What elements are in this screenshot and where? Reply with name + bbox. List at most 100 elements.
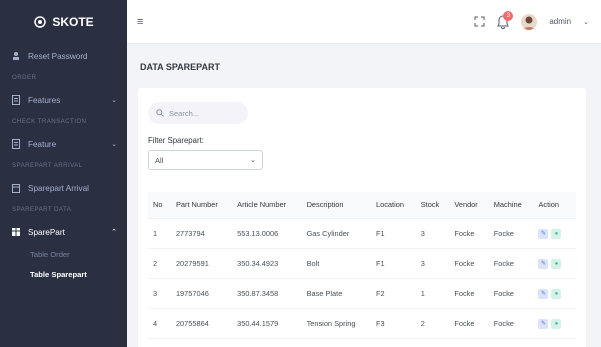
table-row: 4 20755864 350.44.1579 Tension Spring F3 2 Foc… <box>148 308 576 339</box>
edit-button[interactable]: ✎ <box>538 318 549 329</box>
table-cell: 2773794 <box>170 218 233 249</box>
menu-section-title: SPAREPART DATA <box>12 206 72 213</box>
pencil-icon: ✎ <box>540 230 546 237</box>
table-cell: Focke <box>449 278 489 309</box>
eye-icon: ● <box>554 320 559 327</box>
sparepart-table: No Part Number Article Number Description Lo… <box>148 192 576 339</box>
sidebar-item-label: SparePart <box>28 227 65 237</box>
chevron-down-icon: ⌄ <box>111 97 117 104</box>
table-cell: F1 <box>371 248 416 279</box>
table-cell: Focke <box>449 308 489 339</box>
column-header: Article Number <box>232 192 302 219</box>
eye-icon: ● <box>554 230 559 237</box>
sidebar-item[interactable]: SparePart ⌃ <box>0 219 127 245</box>
page-title: DATA SPAREPART <box>140 62 220 72</box>
table-header-row: No Part Number Article Number Description Lo… <box>148 192 576 219</box>
edit-button[interactable]: ✎ <box>538 228 549 239</box>
column-header: Stock <box>415 192 450 219</box>
pencil-icon: ✎ <box>540 290 546 297</box>
action-cell: ✎ ● <box>533 248 576 279</box>
chevron-down-icon[interactable]: ⌄ <box>583 18 589 26</box>
table-cell: 19757046 <box>170 278 233 309</box>
table-cell: 553.13.0006 <box>232 218 302 249</box>
chevron-down-icon: ⌄ <box>111 141 117 148</box>
table-cell: 3 <box>148 278 171 309</box>
logo-icon <box>34 15 47 28</box>
table-cell: 2 <box>415 308 450 339</box>
sidebar-item-label: Sparepart Arrival <box>28 183 89 193</box>
column-header: Description <box>301 192 371 219</box>
sidebar-subitem[interactable]: Table Sparepart <box>0 265 127 285</box>
eye-icon: ● <box>554 290 559 297</box>
view-button[interactable]: ● <box>551 258 562 269</box>
sidebar-item-label: Features <box>28 95 61 105</box>
sidebar-item[interactable]: Reset Password <box>0 43 127 69</box>
sidebar-item-label: Feature <box>28 139 57 149</box>
filter-label: Filter Sparepart: <box>148 136 204 145</box>
search-input[interactable]: Search... <box>148 102 248 124</box>
view-button[interactable]: ● <box>551 228 562 239</box>
table-cell: 3 <box>415 218 450 249</box>
view-button[interactable]: ● <box>551 318 562 329</box>
column-header: Machine <box>488 192 534 219</box>
table-cell: 1 <box>415 278 450 309</box>
table-cell: Focke <box>488 308 534 339</box>
pencil-icon: ✎ <box>540 260 546 267</box>
sidebar-item[interactable]: Sparepart Arrival <box>0 175 127 201</box>
brand[interactable]: SKOTE <box>0 0 127 43</box>
table-cell: 350.87.3458 <box>232 278 302 309</box>
table-cell: 20755864 <box>170 308 233 339</box>
notification-badge: 3 <box>503 10 514 21</box>
fullscreen-icon[interactable] <box>474 16 485 27</box>
action-cell: ✎ ● <box>533 218 576 249</box>
edit-button[interactable]: ✎ <box>538 258 549 269</box>
table-cell: Focke <box>488 248 534 279</box>
eye-icon: ● <box>554 260 559 267</box>
table-cell: Focke <box>488 278 534 309</box>
brand-name: SKOTE <box>52 14 94 29</box>
document-icon <box>12 139 20 149</box>
table-cell: 350.34.4923 <box>232 248 302 279</box>
view-button[interactable]: ● <box>551 288 562 299</box>
sidebar-menu: Reset Password ORDER Features ⌄ CHECK TRANSA… <box>0 43 127 285</box>
username[interactable]: admin <box>549 17 571 26</box>
table-row: 3 19757046 350.87.3458 Base Plate F2 1 Focke Fo… <box>148 278 576 309</box>
table-cell: Tension Spring <box>301 308 371 339</box>
table-cell: Base Plate <box>301 278 371 309</box>
table-cell: Focke <box>449 218 489 249</box>
sidebar-subitem[interactable]: Table Order <box>0 245 127 265</box>
chevron-down-icon: ⌄ <box>250 157 256 164</box>
column-header: No <box>148 192 171 219</box>
table-cell: Focke <box>488 218 534 249</box>
column-header: Vendor <box>449 192 489 219</box>
table-cell: Gas Cylinder <box>301 218 371 249</box>
sidebar-item[interactable]: Feature ⌄ <box>0 131 127 157</box>
content-card: Search... Filter Sparepart: All ⌄ No Part… <box>138 88 586 347</box>
table-cell: 2 <box>148 248 171 279</box>
filter-select[interactable]: All ⌄ <box>148 150 263 170</box>
column-header: Part Number <box>170 192 233 219</box>
table-cell: F2 <box>371 278 416 309</box>
menu-section-title: CHECK TRANSACTION <box>12 118 87 125</box>
search-placeholder: Search... <box>169 108 200 118</box>
edit-button[interactable]: ✎ <box>538 288 549 299</box>
table-cell: F1 <box>371 218 416 249</box>
table-cell: 3 <box>415 248 450 279</box>
menu-section-title: ORDER <box>12 74 37 81</box>
topbar: ≡ 3 admin ⌄ <box>127 0 601 43</box>
sidebar: SKOTE Reset Password ORDER Features ⌄ CHECK … <box>0 0 127 347</box>
grid-icon <box>12 227 20 237</box>
document-icon <box>12 95 20 105</box>
table-cell: Focke <box>449 248 489 279</box>
sidebar-item[interactable]: Features ⌄ <box>0 87 127 113</box>
calendar-icon <box>12 183 20 193</box>
menu-section-title: SPAREPART ARRIVAL <box>12 162 83 169</box>
table-cell: 350.44.1579 <box>232 308 302 339</box>
pencil-icon: ✎ <box>540 320 546 327</box>
avatar[interactable] <box>521 13 538 30</box>
notification-button[interactable]: 3 <box>497 10 514 29</box>
table-cell: F3 <box>371 308 416 339</box>
menu-toggle-icon[interactable]: ≡ <box>137 16 143 28</box>
table-cell: 1 <box>148 218 171 249</box>
chevron-up-icon: ⌃ <box>111 229 117 236</box>
